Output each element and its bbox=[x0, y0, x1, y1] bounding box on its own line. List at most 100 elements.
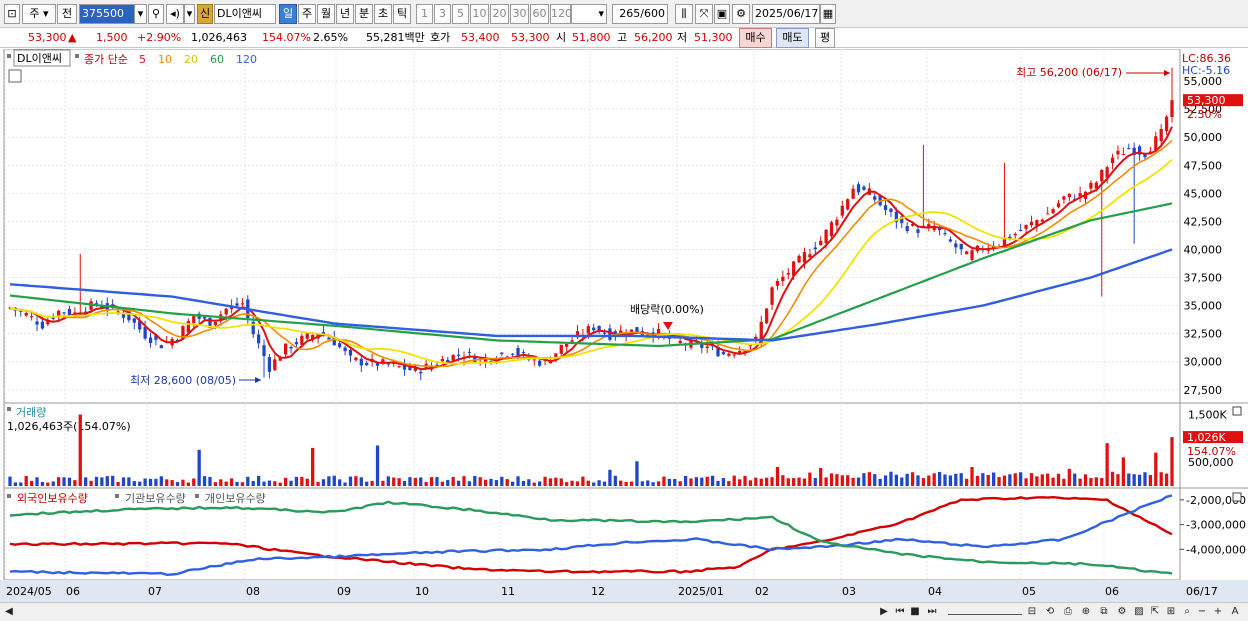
volume-bar bbox=[8, 476, 12, 486]
zoom-out-icon[interactable]: − bbox=[1196, 605, 1208, 619]
low-label: 저 bbox=[677, 31, 688, 44]
scroll-left-icon[interactable]: ◀ bbox=[3, 605, 15, 619]
crosshair-icon[interactable]: ⊕ bbox=[1078, 605, 1094, 619]
gear-icon[interactable]: ⚙ bbox=[732, 4, 750, 24]
chart-scrollbar[interactable]: ◀ ▶ ⏮ ■ ⏭ ⊟ ⟲ ⎙ ⊕ ⧉ ⚙ ▨ ⇱ ⊞ ⌕ − + A bbox=[0, 602, 1248, 621]
candle-body bbox=[808, 254, 812, 258]
code-dropdown-icon[interactable]: ▾ bbox=[134, 4, 147, 24]
interval-button-60[interactable]: 60 bbox=[530, 4, 549, 24]
candle-body bbox=[224, 308, 228, 315]
period-tab-3[interactable]: 년 bbox=[336, 4, 354, 24]
interval-button-3[interactable]: 3 bbox=[434, 4, 451, 24]
period-tab-1[interactable]: 주 bbox=[298, 4, 316, 24]
period-tab-2[interactable]: 월 bbox=[317, 4, 335, 24]
restore-icon[interactable]: ⟲ bbox=[1042, 605, 1058, 619]
settings-small-icon[interactable]: ⚙ bbox=[1114, 605, 1130, 619]
interval-button-120[interactable]: 120 bbox=[550, 4, 571, 24]
volume-bar bbox=[348, 476, 353, 486]
prev-button[interactable]: 전 bbox=[57, 4, 77, 24]
volume-bar bbox=[732, 475, 736, 486]
eval-button[interactable]: 평 bbox=[815, 28, 835, 48]
period-tab-6[interactable]: 틱 bbox=[393, 4, 411, 24]
speaker-icon[interactable]: ◂) bbox=[166, 4, 184, 24]
calendar-icon[interactable]: ▦ bbox=[820, 4, 836, 24]
candle-body bbox=[467, 351, 472, 353]
search-icon[interactable]: ⚲ bbox=[148, 4, 164, 24]
stop-icon[interactable]: ■ bbox=[909, 605, 921, 619]
interval-button-5[interactable]: 5 bbox=[452, 4, 469, 24]
candle-body bbox=[1067, 193, 1071, 198]
candle-body bbox=[678, 340, 682, 344]
volume-bar bbox=[446, 479, 450, 486]
volume-bar bbox=[1062, 478, 1066, 486]
turnover-rate: 2.65% bbox=[313, 31, 348, 44]
legend-grid-icon bbox=[8, 69, 22, 83]
interval-button-20[interactable]: 20 bbox=[490, 4, 509, 24]
zoom-in-icon[interactable]: + bbox=[1212, 605, 1224, 619]
volume-bar bbox=[910, 472, 915, 486]
interval-button-1[interactable]: 1 bbox=[416, 4, 433, 24]
volume-bar bbox=[311, 447, 315, 486]
period-tab-5[interactable]: 초 bbox=[374, 4, 392, 24]
sell-button[interactable]: 매도 bbox=[776, 28, 809, 48]
volume-bar bbox=[116, 482, 120, 486]
volume-tag-label: 1,026K bbox=[1187, 431, 1226, 444]
stock-chart-svg[interactable]: 27,500 30,000 32,500 35,000 37,500 40,000 42,5… bbox=[0, 48, 1248, 602]
period-tab-4[interactable]: 분 bbox=[355, 4, 373, 24]
interval-select[interactable]: ▾ bbox=[571, 4, 607, 24]
count-field[interactable]: 265/600 bbox=[612, 4, 668, 24]
interval-button-30[interactable]: 30 bbox=[510, 4, 529, 24]
candle-body bbox=[1029, 221, 1034, 226]
volume-bar bbox=[651, 482, 655, 486]
candle-body bbox=[359, 358, 363, 366]
volume-bar bbox=[213, 482, 218, 486]
chart-area[interactable]: 27,500 30,000 32,500 35,000 37,500 40,000 42,5… bbox=[0, 48, 1248, 602]
export-icon[interactable]: ⇱ bbox=[1148, 605, 1162, 619]
high-label: 고 bbox=[617, 31, 628, 44]
font-size-icon[interactable]: A bbox=[1228, 605, 1242, 619]
jump-last-icon[interactable]: ⏭ bbox=[925, 605, 939, 619]
volume-bar bbox=[100, 477, 104, 486]
volume-bar bbox=[538, 481, 542, 486]
candle-type-icon[interactable]: ⫼ bbox=[675, 4, 693, 24]
scroll-right-icon[interactable]: ▶ bbox=[878, 605, 890, 619]
date-input[interactable]: 2025/06/17 bbox=[752, 4, 820, 24]
zoom-slider[interactable] bbox=[948, 605, 1022, 615]
high-price: 56,200 bbox=[634, 31, 673, 44]
legend-ma-20: 20 bbox=[184, 53, 198, 66]
candle-body bbox=[40, 321, 45, 329]
volume-bar bbox=[1029, 473, 1034, 486]
candle-body bbox=[202, 317, 207, 319]
draw-tool-icon[interactable]: ⤧ bbox=[695, 4, 713, 24]
stock-code-input[interactable]: 375500 bbox=[79, 4, 135, 24]
candle-body bbox=[343, 347, 347, 352]
volume-bar bbox=[743, 475, 747, 486]
jump-first-icon[interactable]: ⏮ bbox=[893, 605, 907, 619]
interval-button-10[interactable]: 10 bbox=[470, 4, 489, 24]
grid-icon[interactable]: ⊞ bbox=[1164, 605, 1178, 619]
save-icon[interactable]: ▣ bbox=[714, 4, 730, 24]
stock-type-select[interactable]: 주 ▾ bbox=[22, 4, 56, 24]
candle-body bbox=[516, 347, 520, 356]
zoom-icon[interactable]: ⌕ bbox=[1180, 605, 1194, 619]
x-tick-label: 2025/01 bbox=[678, 585, 724, 598]
x-tick-label: 05 bbox=[1022, 585, 1036, 598]
period-tab-0[interactable]: 일 bbox=[279, 4, 297, 24]
candle-body bbox=[300, 335, 304, 345]
buy-button[interactable]: 매수 bbox=[739, 28, 772, 48]
volume-bar bbox=[824, 477, 828, 486]
split-view-icon[interactable]: ⊟ bbox=[1024, 605, 1040, 619]
candle-body bbox=[705, 346, 709, 348]
legend-bullet bbox=[195, 494, 199, 498]
speaker-dropdown-icon[interactable]: ▾ bbox=[184, 4, 195, 24]
stock-name-field[interactable]: DL이앤씨 bbox=[214, 4, 276, 24]
candle-body bbox=[727, 353, 731, 356]
trade-amount: 55,281백만 bbox=[366, 31, 425, 44]
image-icon[interactable]: ▨ bbox=[1132, 605, 1146, 619]
dividend-annotation: 배당락(0.00%) bbox=[630, 303, 704, 316]
print-icon[interactable]: ⎙ bbox=[1060, 605, 1076, 619]
window-menu-icon[interactable]: ⊡ bbox=[4, 4, 20, 24]
candle-body bbox=[700, 344, 704, 348]
copy-icon[interactable]: ⧉ bbox=[1096, 605, 1112, 619]
volume-bar bbox=[575, 481, 580, 486]
